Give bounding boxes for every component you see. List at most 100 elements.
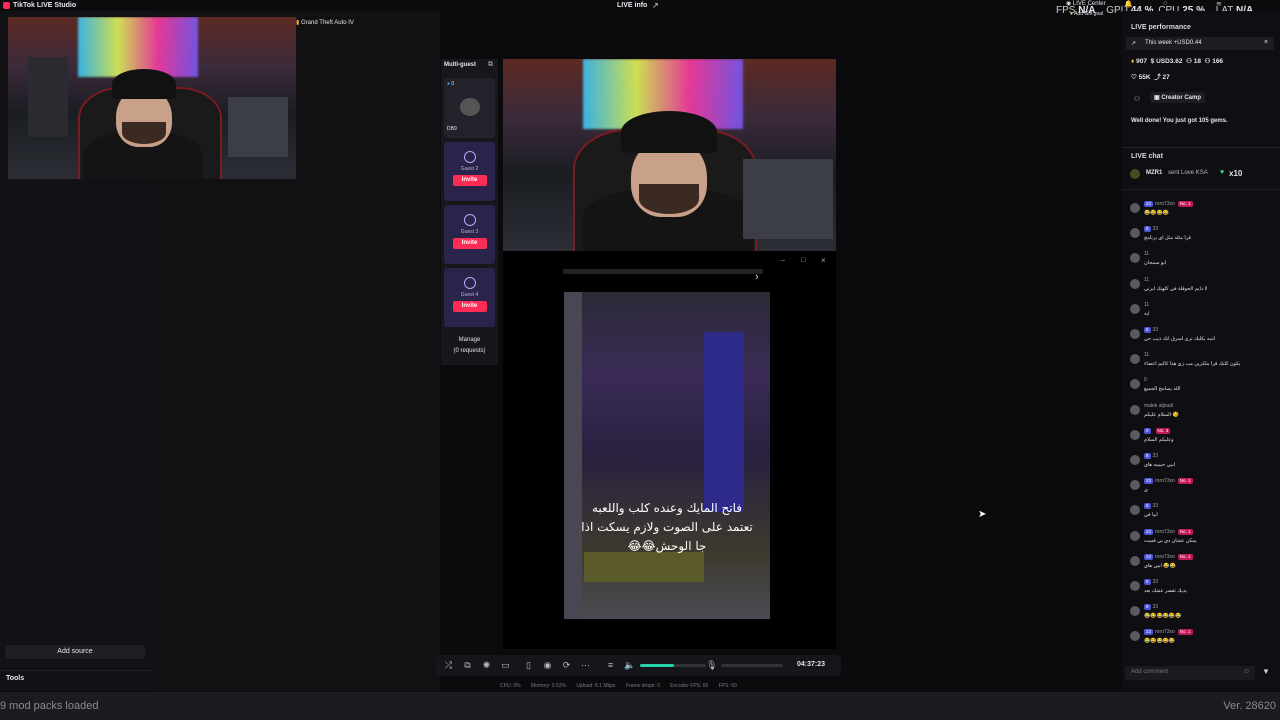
avatar[interactable] <box>1130 329 1140 339</box>
chat-message[interactable]: 11 ايه <box>1130 302 1278 326</box>
popout-icon[interactable]: ⧉ <box>488 61 493 69</box>
chat-message[interactable]: 22 roro73xo No. 1 يمكن عشان دي بي قست <box>1130 528 1278 553</box>
shuffle-icon[interactable]: ⤮ <box>443 660 454 671</box>
creator-camp-button[interactable]: ▣ Creator Camp <box>1150 92 1206 103</box>
chat-message[interactable]: 8 33 😂😂😂😂😂😂 <box>1130 604 1278 628</box>
layers-icon[interactable]: ⧉ <box>462 660 473 671</box>
chat-username[interactable]: roro73xo <box>1155 201 1175 207</box>
mic-icon[interactable]: 🎙 <box>706 660 717 671</box>
effects-icon[interactable]: ✺ <box>481 660 492 671</box>
avatar[interactable] <box>1130 505 1140 516</box>
chat-message[interactable]: 8 33 قرا مثله مثل اي برنامج <box>1130 226 1278 250</box>
screen-icon[interactable]: ▭ <box>500 660 511 671</box>
level-badge: 22 <box>1144 201 1154 207</box>
more-icon[interactable]: ⋯ <box>580 660 591 671</box>
stat-cpu: CPU: 0% <box>500 683 521 689</box>
comment-input[interactable]: Add comment ☺ <box>1125 666 1255 680</box>
record-icon[interactable]: ◉ <box>542 660 553 671</box>
gift-avatar <box>1130 169 1140 179</box>
chat-text: قرا مثله مثل اي برنامج <box>1144 235 1191 242</box>
avatar[interactable] <box>1130 203 1140 213</box>
chat-message[interactable]: 11 ابو سمحان <box>1130 251 1278 275</box>
close-icon[interactable]: × <box>821 256 826 265</box>
phone-icon[interactable]: ▯ <box>523 660 534 671</box>
chat-message[interactable]: 22 roro73xo No. 1 ي <box>1130 478 1278 502</box>
chat-username[interactable]: 11 <box>1144 352 1149 358</box>
invite-button[interactable]: Invite <box>452 175 487 186</box>
chat-username[interactable]: 11 <box>1144 302 1149 308</box>
chat-username[interactable]: 33 <box>1153 453 1159 459</box>
avatar[interactable] <box>1130 530 1140 541</box>
chat-username[interactable]: 33 <box>1153 226 1159 232</box>
chat-username[interactable]: 11 <box>1144 277 1149 283</box>
avatar[interactable] <box>1130 303 1140 314</box>
avatar[interactable] <box>1130 228 1140 239</box>
chat-username[interactable]: roro73xo <box>1155 529 1175 535</box>
chat-message[interactable]: 8 33 انتبه بكلبك ترى اسرق انك ذيب حي <box>1130 327 1278 351</box>
avatar[interactable] <box>1130 253 1140 264</box>
avatar[interactable] <box>1130 455 1140 465</box>
chat-message[interactable]: 22 roro73xo No. 1 ابيي هاي 😂😂 <box>1130 553 1278 578</box>
chat-message[interactable]: 0 No. 3 وعليكم السلام <box>1130 427 1278 452</box>
mic-volume-slider[interactable] <box>721 664 783 667</box>
game-icon: ▮ <box>296 20 300 26</box>
chat-username[interactable]: 33 <box>1153 579 1159 585</box>
live-chat-title: LIVE chat <box>1131 153 1163 160</box>
chat-username[interactable]: 33 <box>1153 604 1159 610</box>
minimize-icon[interactable]: – <box>781 257 785 264</box>
week-earnings[interactable]: ↗ This week +USD0.44 × <box>1126 37 1274 50</box>
avatar[interactable] <box>1130 555 1140 566</box>
filter-icon[interactable]: ▼ <box>1262 667 1270 676</box>
shelf <box>28 57 68 137</box>
chat-username[interactable]: 0 <box>1144 377 1147 383</box>
invite-button[interactable]: Invite <box>452 238 487 249</box>
chat-meta: 8 33 <box>1144 327 1158 334</box>
live-info-title[interactable]: LIVE info <box>617 2 647 9</box>
avatar[interactable] <box>1130 429 1140 440</box>
invite-button[interactable]: Invite <box>452 301 487 312</box>
game-source-label[interactable]: ▮ Grand Theft Auto IV <box>296 19 354 26</box>
chat-message[interactable]: 0 الله يسامح الجميع <box>1130 377 1278 401</box>
manage-button[interactable]: Manage (0 requests) <box>444 335 495 357</box>
chat-username[interactable]: roro73xo <box>1155 478 1175 484</box>
avatar[interactable] <box>1130 278 1140 289</box>
avatar[interactable] <box>1130 404 1140 415</box>
speaker-icon[interactable]: 🔈 <box>624 660 635 671</box>
host-card[interactable]: ● 0 DB9 <box>444 78 495 138</box>
close-icon[interactable]: × <box>1264 39 1268 46</box>
avatar[interactable] <box>1130 581 1140 591</box>
chat-username[interactable]: 11 <box>1144 251 1149 257</box>
replay-icon[interactable]: ⟳ <box>561 660 572 671</box>
chat-message[interactable]: malek aljoudi السلام عليكم 😘 <box>1130 403 1278 427</box>
chat-username[interactable]: 33 <box>1153 503 1159 509</box>
chat-message[interactable]: 22 roro73xo No. 1 😂😂😂😂😂 <box>1130 629 1278 653</box>
avatar[interactable] <box>1130 631 1140 642</box>
chat-message[interactable]: 22 roro73xo No. 1 😂😂😂😂 <box>1130 201 1278 225</box>
avatar[interactable] <box>1130 354 1140 365</box>
chat-username[interactable]: roro73xo <box>1155 554 1175 560</box>
share-icon[interactable]: ↗ <box>652 1 659 10</box>
avatar[interactable] <box>1130 606 1140 617</box>
chat-message[interactable]: 8 33 يديك تقصر عشك بعد <box>1130 579 1278 603</box>
avatar[interactable] <box>1130 379 1140 390</box>
speaker-volume-slider[interactable] <box>640 664 706 667</box>
avatar[interactable] <box>1130 480 1140 491</box>
chat-username[interactable]: roro73xo <box>1155 629 1175 635</box>
guest-card-2: Guest 2 Invite <box>444 142 495 201</box>
chat-message[interactable]: 8 33 ابيا في <box>1130 503 1278 527</box>
chat-message[interactable]: 11 لا دايم الحوقلة في كلهنك ايرني <box>1130 277 1278 301</box>
maximize-icon[interactable]: □ <box>801 257 805 264</box>
tiktok-video: فاتح المايك وعنده كلب واللعبه تعتمد على … <box>564 292 770 619</box>
chat-text: ايه <box>1144 310 1150 317</box>
chat-username[interactable]: malek aljoudi <box>1144 403 1173 409</box>
webcam-source[interactable] <box>8 17 296 179</box>
chat-username[interactable]: 33 <box>1153 327 1159 333</box>
mixer-icon[interactable]: ≡ <box>605 660 616 671</box>
tools-label[interactable]: Tools <box>6 675 24 682</box>
chat-message[interactable]: 8 33 ابيي حبيبيه هاي <box>1130 453 1278 477</box>
add-source-button[interactable]: Add source <box>5 645 145 659</box>
multi-guest-title: Multi-guest <box>444 62 476 68</box>
emoji-icon[interactable]: ☺ <box>1243 668 1250 675</box>
chat-message[interactable]: 11 يكون كلبك قرا ملكرين مب زي هذا كاليم ا… <box>1130 352 1278 376</box>
add-user-icon[interactable]: ⚇ <box>1134 95 1140 103</box>
